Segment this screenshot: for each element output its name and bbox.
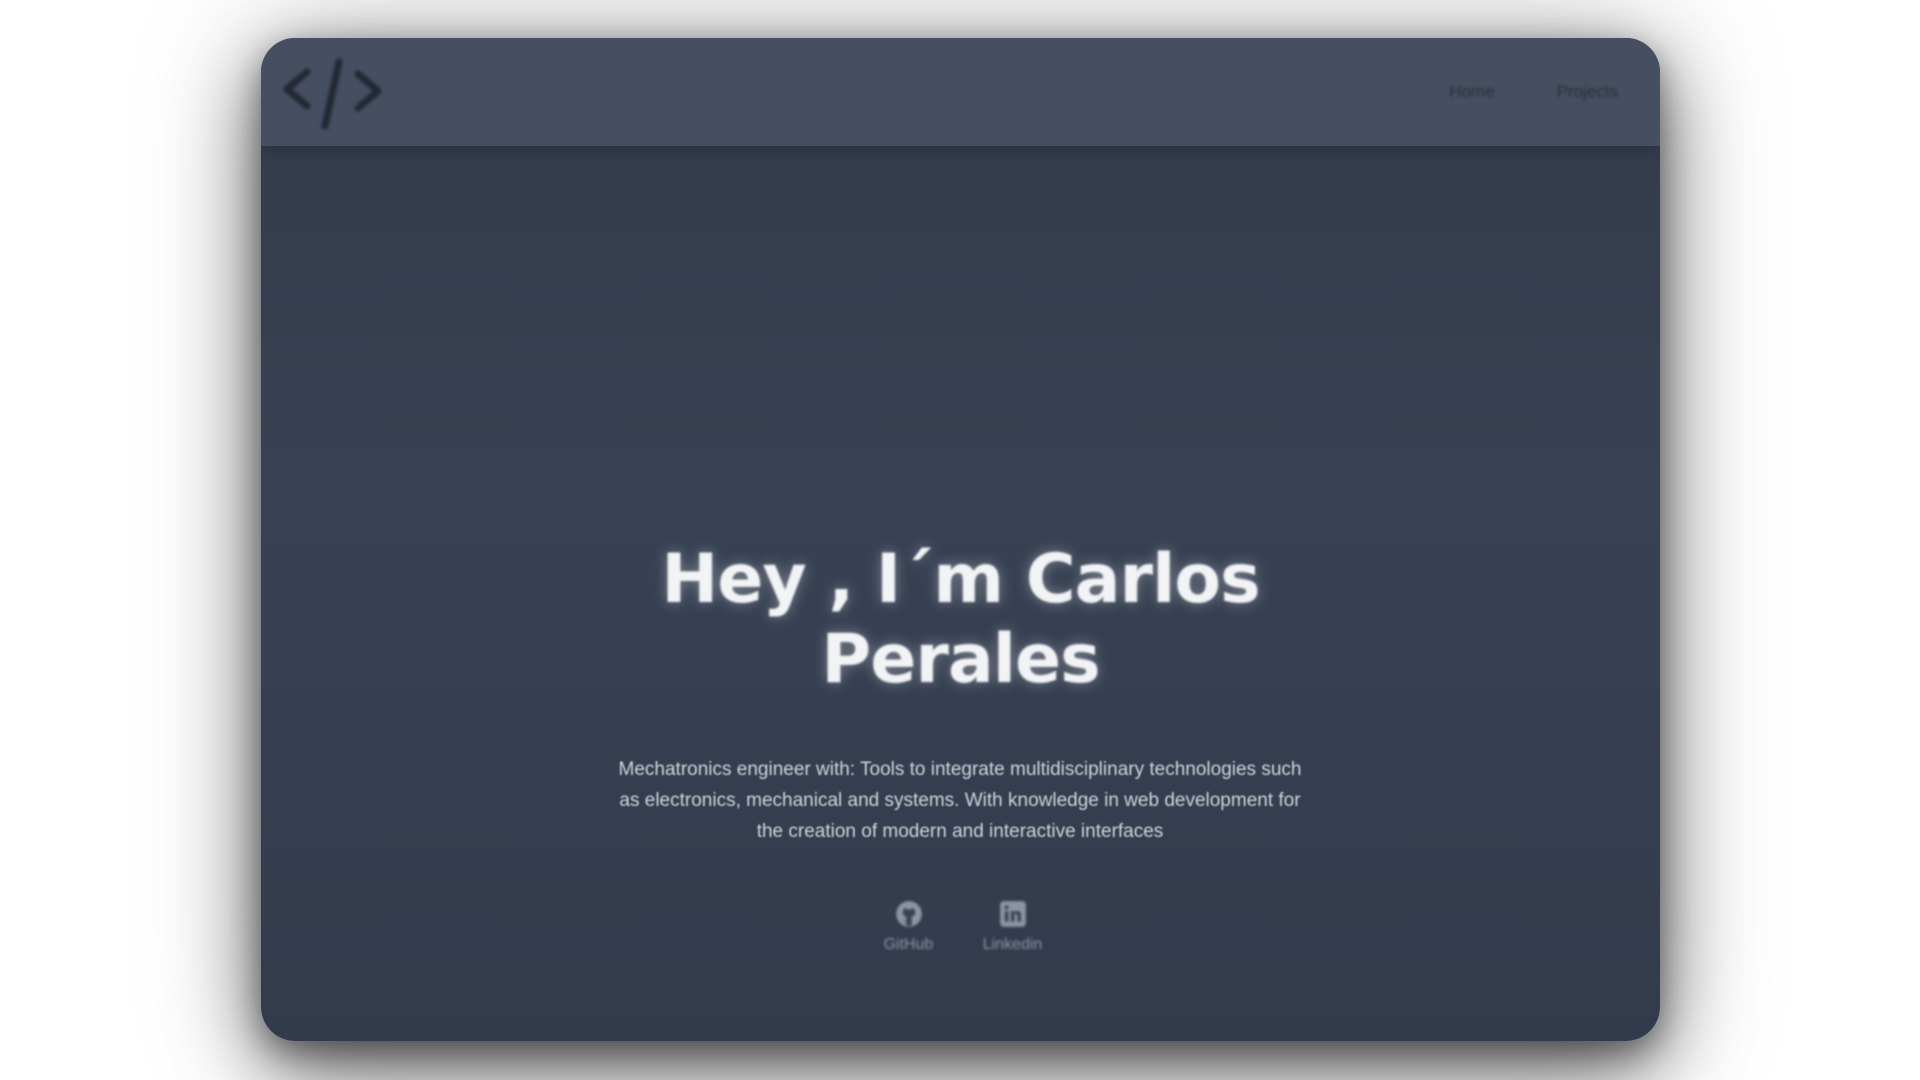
- github-label: GitHub: [883, 936, 934, 953]
- social-links: GitHub Linkedin: [261, 900, 1660, 954]
- navbar: Home Projects: [261, 38, 1660, 146]
- nav-links: Home Projects: [1449, 82, 1618, 102]
- hero-section: Hey , I´m Carlos Perales Mechatronics en…: [261, 38, 1660, 1041]
- linkedin-label: Linkedin: [982, 936, 1043, 953]
- linkedin-icon: [999, 900, 1027, 928]
- hero-title-line1: Hey , I´m Carlos: [661, 540, 1260, 619]
- code-brackets-icon[interactable]: [279, 48, 389, 134]
- nav-link-home[interactable]: Home: [1449, 82, 1494, 102]
- hero-description: Mechatronics engineer with: Tools to int…: [618, 759, 1302, 842]
- nav-link-projects[interactable]: Projects: [1557, 82, 1618, 102]
- hero-title-line2: Perales: [821, 620, 1100, 699]
- hero-title: Hey , I´m Carlos Perales: [261, 540, 1660, 700]
- linkedin-link[interactable]: Linkedin: [978, 900, 1048, 954]
- github-icon: [895, 900, 923, 928]
- browser-window: Hey , I´m Carlos Perales Mechatronics en…: [261, 38, 1660, 1041]
- github-link[interactable]: GitHub: [874, 900, 944, 954]
- page-background: Hey , I´m Carlos Perales Mechatronics en…: [0, 0, 1920, 1080]
